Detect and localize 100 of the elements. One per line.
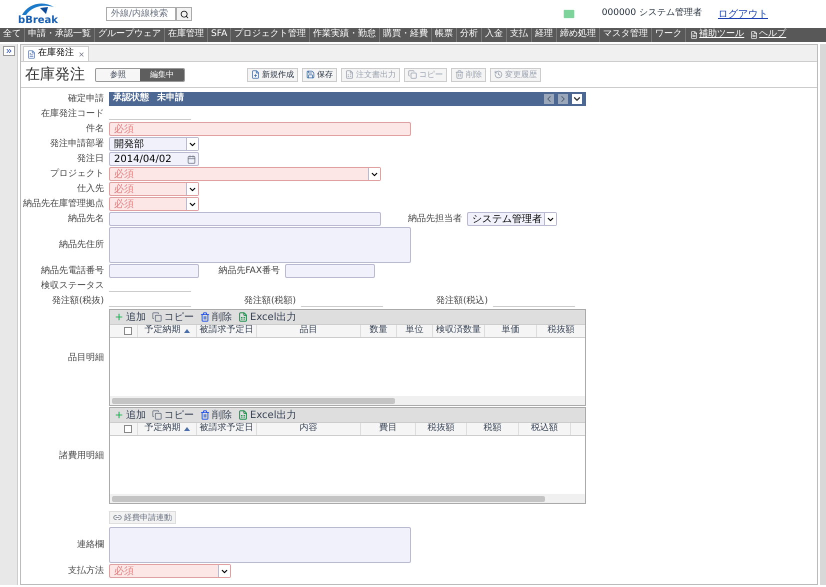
grid-tool-button[interactable]: Excel出力 [238,310,296,324]
field-label: 仕入先 [76,182,105,196]
select-field[interactable]: システム管理者 [467,212,557,226]
field-label: 発注申請部署 [49,138,105,151]
mode-toggle-button[interactable]: 参照 [96,68,140,80]
column-header[interactable]: 単価 [485,325,537,337]
tool-icon [152,410,162,420]
tool-icon [152,312,162,322]
grid-tool-button[interactable]: 追加 [114,310,146,324]
grid-tool-button[interactable]: コピー [152,408,194,422]
column-header[interactable]: 品目 [257,325,361,337]
user-name: 000000 システム管理者 [602,7,702,20]
page-title: 在庫発注 [25,64,86,86]
select-field[interactable]: 開発部 [109,137,199,151]
close-icon[interactable] [78,50,85,58]
previous-icon[interactable] [544,94,554,104]
column-header[interactable]: 数量 [361,325,397,337]
nav-link[interactable]: ヘルプ [748,28,788,42]
checkbox[interactable] [124,327,132,335]
calendar-icon [187,154,196,164]
expand-button[interactable] [2,46,14,56]
toolbar-icon [345,70,354,79]
sort-icon [184,427,190,431]
document-icon [690,31,698,39]
nav-menu-item[interactable]: マスタ管理 [600,28,652,42]
nav-menu-item[interactable]: 分析 [457,28,482,42]
text-field[interactable] [285,264,375,278]
tool-icon [238,312,248,322]
column-header[interactable]: 被請求予定日 [197,423,257,435]
checkbox[interactable] [124,425,132,433]
field-label: 検収ステータス [40,280,105,293]
nav-menu-item[interactable]: ワーク [652,28,686,42]
document-icon [27,50,36,58]
grid-tool-button[interactable]: 削除 [200,408,232,422]
column-header[interactable]: 被請求予定日 [197,325,257,337]
field-label: 納品先担当者 [407,212,463,226]
toolbar-icon [408,70,417,79]
nav-menu-item[interactable]: 経理 [532,28,558,42]
grid-tool-button[interactable]: Excel出力 [238,408,296,422]
dropdown-icon[interactable] [572,94,582,104]
field-label: 発注額(税抜) [50,294,105,308]
nav-menu-item[interactable]: 支払 [507,28,532,42]
tool-icon [200,312,210,322]
field-label: 在庫発注コード [40,108,105,121]
field-label: 発注額(税込) [434,294,489,308]
status-value: 未申請 [157,92,184,106]
tool-icon [238,410,248,420]
text-field[interactable]: 必須 [109,122,411,136]
text-area[interactable] [109,527,411,563]
text-field[interactable] [109,264,199,278]
field-label: 件名 [85,122,105,136]
field-label: プロジェクト [49,167,105,181]
nav-link[interactable]: 補助ツール [688,28,746,42]
nav-menu-item[interactable]: SFA [208,28,232,42]
field-label: 品目明細 [67,352,105,364]
column-header[interactable]: 税抜額 [416,423,467,435]
column-header[interactable]: 費目 [361,423,416,435]
grid-tool-button[interactable]: 削除 [200,310,232,324]
field-label: 支払方法 [67,564,105,578]
field-label: 発注額(税額) [242,294,297,308]
search-icon [180,10,188,18]
page-tab[interactable]: 在庫発注 [23,46,89,61]
mode-toggle-button[interactable]: 編集中 [140,68,184,80]
grid-tool-button[interactable]: コピー [152,310,194,324]
logout-link[interactable]: ログアウト [718,6,768,22]
nav-menu-item[interactable]: 作業実績・勤怠 [310,28,380,42]
next-icon[interactable] [558,94,568,104]
column-header[interactable]: 税抜額 [537,325,585,337]
nav-menu-item[interactable]: 購買・経費 [380,28,432,42]
date-field[interactable]: 2014/04/02 [109,152,199,166]
double-chevron-icon [4,47,12,55]
nav-menu-item[interactable]: 在庫管理 [165,28,208,42]
search-button[interactable] [176,7,192,21]
logo[interactable]: bBreak [8,2,68,26]
column-header[interactable]: 予定納期 [138,325,197,337]
field-label: 納品先FAX番号 [217,264,281,278]
column-header[interactable]: 単位 [397,325,433,337]
nav-menu-item[interactable]: 入金 [482,28,508,42]
nav-menu-item[interactable]: 締め処理 [557,28,600,42]
toolbar-button[interactable]: 保存 [302,68,337,82]
text-area[interactable] [109,227,411,263]
nav-menu-item[interactable]: プロジェクト管理 [231,28,310,42]
field-label: 納品先名 [67,212,105,226]
nav-menu-item[interactable]: 帳票 [432,28,458,42]
column-header[interactable]: 税額 [467,423,519,435]
tool-icon [114,312,124,322]
nav-menu-item[interactable]: グループウェア [95,28,165,42]
text-field[interactable] [109,212,381,226]
search-field[interactable]: 外線/内線検索 [106,7,176,21]
column-header[interactable]: 税込額 [519,423,571,435]
nav-menu-item[interactable]: 全て [0,28,25,42]
link-expense-button[interactable]: 経費申請連動 [109,511,176,524]
tool-icon [114,410,124,420]
nav-menu-item[interactable]: 申請・承認一覧 [25,28,95,42]
toolbar-button[interactable]: 新規作成 [247,68,298,82]
field-label: 確定申請 [67,92,105,106]
field-label: 諸費用明細 [58,450,105,462]
link-icon [113,513,122,522]
column-header[interactable]: 予定納期 [138,423,197,435]
grid-tool-button[interactable]: 追加 [114,408,146,422]
